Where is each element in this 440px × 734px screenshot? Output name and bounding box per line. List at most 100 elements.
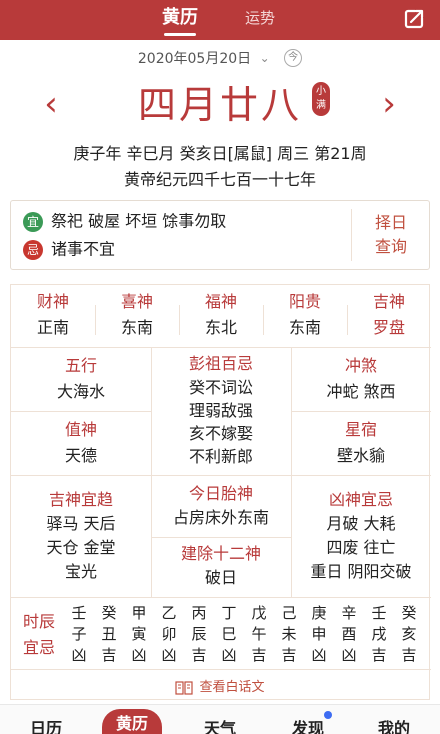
shichen-label: 宜忌 <box>22 638 55 657</box>
bottom-nav: 日历 黄历 天气 发现 我的 <box>0 704 440 734</box>
view-vernacular-link[interactable]: 查看白话文 <box>0 676 440 695</box>
god-jishen-title[interactable]: 吉神 <box>347 291 431 313</box>
xingxiu-title: 星宿 <box>344 420 377 439</box>
ji-text: 诸事不宜 <box>51 239 116 259</box>
tab-yunshi[interactable]: 运势 <box>232 0 288 40</box>
yi-row: 宜祭祀 破屋 坏垣 馀事勿取 <box>23 209 226 233</box>
god-caishen-title: 财神 <box>36 292 69 311</box>
shichen-hour: 丁巳凶 <box>215 603 243 666</box>
solar-term-badge: 小满 <box>312 82 330 116</box>
nav-tianqi[interactable]: 天气 <box>190 715 250 734</box>
divider <box>11 669 431 670</box>
shichen-label: 时辰 <box>22 612 55 631</box>
today-button[interactable]: 今 <box>284 49 303 67</box>
nav-rili[interactable]: 日历 <box>16 715 76 734</box>
ji-row: 忌诸事不宜 <box>23 237 115 261</box>
shichen-zhi: 亥 <box>401 625 417 643</box>
shichen-gan: 癸 <box>401 604 417 622</box>
shichen-gan: 乙 <box>161 604 177 622</box>
shichen-zhi: 午 <box>251 625 267 643</box>
shichen-zhi: 辰 <box>191 625 207 643</box>
shichen-luck: 吉 <box>371 646 387 664</box>
jishen-line: 天仓 金堂 <box>46 538 116 557</box>
xiongshen-line: 月破 大耗 <box>326 514 396 533</box>
shichen-zhi: 丑 <box>101 625 117 643</box>
nav-huangli[interactable]: 黄历 <box>102 709 162 734</box>
xiongshen-line: 重日 阴阳交破 <box>310 562 412 581</box>
shichen-hour: 庚申凶 <box>305 603 333 666</box>
nav-wode[interactable]: 我的 <box>364 715 424 734</box>
taishen-title: 今日胎神 <box>188 484 253 503</box>
xingxiu-value: 壁水貐 <box>336 446 385 465</box>
shichen-hour: 甲寅凶 <box>125 603 153 666</box>
shichen-hour: 辛酉凶 <box>335 603 363 666</box>
huangdi-era: 黄帝纪元四千七百一十七年 <box>123 170 316 189</box>
divider <box>351 209 352 261</box>
shichen-hour: 壬戌吉 <box>365 603 393 666</box>
shichen-gan: 癸 <box>101 604 117 622</box>
shichen-gan: 辛 <box>341 604 357 622</box>
shichen-hour: 丙辰吉 <box>185 603 213 666</box>
prev-day-button[interactable]: ‹ <box>36 82 66 126</box>
view-vernacular-label: 查看白话文 <box>199 680 265 695</box>
jishen-line: 驿马 天后 <box>46 514 116 533</box>
yi-badge: 宜 <box>23 211 43 232</box>
shichen-gan: 戊 <box>251 604 267 622</box>
god-fushen-title: 福神 <box>204 292 237 311</box>
tab-huangli[interactable]: 黄历 <box>150 0 210 40</box>
god-caishen-value: 正南 <box>36 318 69 337</box>
taishen-value: 占房床外东南 <box>172 508 269 527</box>
divider <box>291 411 431 412</box>
xiongshen-line: 四废 往亡 <box>326 538 396 557</box>
top-bar: 黄历 运势 <box>0 0 440 40</box>
ganzhi-line: 庚子年 辛巳月 癸亥日[属鼠] 周三 第21周 <box>73 144 367 163</box>
shichen-hour: 壬子凶 <box>65 603 93 666</box>
chongsha-value: 冲蛇 煞西 <box>326 382 396 401</box>
pengzu-line: 不利新郎 <box>188 447 253 466</box>
divider <box>11 475 431 476</box>
luopan-link[interactable]: 罗盘 <box>347 317 431 339</box>
jishen-title: 吉神宜趋 <box>48 490 113 509</box>
god-fushen-value: 东北 <box>204 318 237 337</box>
shichen-gan: 壬 <box>371 604 387 622</box>
ji-badge: 忌 <box>23 239 43 260</box>
shichen-hour: 己未吉 <box>275 603 303 666</box>
next-day-button[interactable]: › <box>374 82 404 126</box>
shichen-hour: 癸丑吉 <box>95 603 123 666</box>
wuxing-title: 五行 <box>64 356 97 375</box>
jianchu-title: 建除十二神 <box>180 544 261 563</box>
jishen-line: 宝光 <box>64 562 97 581</box>
divider <box>11 347 431 348</box>
zeri-query-button[interactable]: 择日 查询 <box>361 211 421 259</box>
wuxing-value: 大海水 <box>56 382 105 401</box>
zeri-label-1: 择日 <box>374 213 407 232</box>
date-selector[interactable]: 2020年05月20日 ⌄ 今 <box>0 48 440 72</box>
shichen-zhi: 戌 <box>371 625 387 643</box>
shichen-luck: 凶 <box>221 646 237 664</box>
god-xishen-value: 东南 <box>120 318 153 337</box>
shichen-zhi: 巳 <box>221 625 237 643</box>
zhishen-title: 值神 <box>64 420 97 439</box>
god-yanggui-value: 东南 <box>288 318 321 337</box>
shichen-luck: 凶 <box>71 646 87 664</box>
shichen-gan: 丁 <box>221 604 237 622</box>
shichen-luck: 凶 <box>161 646 177 664</box>
zhishen-value: 天德 <box>64 446 97 465</box>
divider <box>151 537 291 538</box>
zeri-label-2: 查询 <box>374 237 407 256</box>
chevron-down-icon[interactable]: ⌄ <box>260 51 270 65</box>
shichen-gan: 庚 <box>311 604 327 622</box>
shichen-zhi: 酉 <box>341 625 357 643</box>
share-icon[interactable] <box>402 7 426 31</box>
shichen-luck: 吉 <box>251 646 267 664</box>
shichen-luck: 吉 <box>401 646 417 664</box>
shichen-gan: 己 <box>281 604 297 622</box>
shichen-zhi: 未 <box>281 625 297 643</box>
pengzu-title: 彭祖百忌 <box>188 354 253 373</box>
shichen-hour: 乙卯凶 <box>155 603 183 666</box>
solar-date[interactable]: 2020年05月20日 <box>138 48 251 68</box>
yi-ji-panel: 宜祭祀 破屋 坏垣 馀事勿取 忌诸事不宜 择日 查询 <box>10 200 430 270</box>
shichen-luck: 凶 <box>311 646 327 664</box>
jianchu-value: 破日 <box>204 568 237 587</box>
divider <box>11 597 431 598</box>
